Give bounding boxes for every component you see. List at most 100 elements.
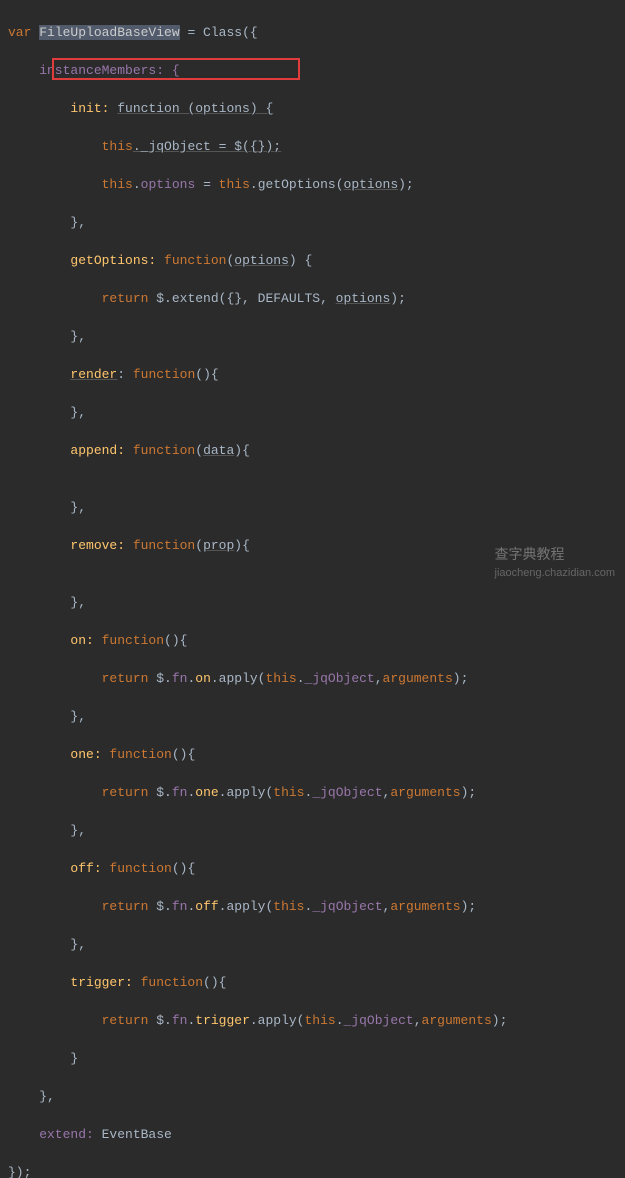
code-text — [8, 177, 102, 192]
code-text: ( — [180, 101, 196, 116]
code-line: }, — [8, 327, 617, 346]
code-text: (){ — [164, 633, 187, 648]
code-text: ); — [390, 291, 406, 306]
keyword: function — [133, 538, 195, 553]
code-line: }, — [8, 593, 617, 612]
code-text — [8, 671, 102, 686]
prop: _jqObject — [312, 899, 382, 914]
code-text: trigger: — [8, 975, 141, 990]
code-line: }, — [8, 707, 617, 726]
code-text: }); — [8, 1165, 31, 1178]
code-text: (){ — [203, 975, 226, 990]
code-line: }, — [8, 821, 617, 840]
keyword: function — [109, 861, 171, 876]
code-text — [8, 367, 70, 382]
keyword: this — [265, 671, 296, 686]
code-line: on: function(){ — [8, 631, 617, 650]
code-text: extend: — [8, 1127, 102, 1142]
code-line: }, — [8, 498, 617, 517]
code-text: getOptions: — [8, 253, 164, 268]
code-text: . — [133, 177, 141, 192]
code-text: }, — [8, 595, 86, 610]
code-text: ); — [461, 785, 477, 800]
code-text: .apply( — [250, 1013, 305, 1028]
code-line: trigger: function(){ — [8, 973, 617, 992]
code-line: return $.fn.on.apply(this._jqObject,argu… — [8, 669, 617, 688]
code-text: (){ — [195, 367, 218, 382]
code-text: }, — [8, 823, 86, 838]
code-text: $. — [148, 785, 171, 800]
code-line: extend: EventBase — [8, 1125, 617, 1144]
code-text: . — [297, 671, 305, 686]
keyword: this — [273, 899, 304, 914]
code-text: , — [375, 671, 383, 686]
keyword: function — [117, 101, 179, 116]
code-text: ); — [453, 671, 469, 686]
code-line: this._jqObject = $({}); — [8, 137, 617, 156]
code-line: return $.fn.off.apply(this._jqObject,arg… — [8, 897, 617, 916]
code-text: instanceMembers: { — [8, 63, 180, 78]
code-text: .apply( — [211, 671, 266, 686]
keyword: function — [133, 443, 195, 458]
code-text: , — [383, 899, 391, 914]
keyword: return — [102, 899, 149, 914]
keyword: return — [102, 1013, 149, 1028]
prop: fn — [172, 1013, 188, 1028]
param: prop — [203, 538, 234, 553]
code-text: arguments — [383, 671, 453, 686]
keyword: return — [102, 671, 149, 686]
code-line: remove: function(prop){ — [8, 536, 617, 555]
code-text: ) { — [289, 253, 312, 268]
prop: fn — [172, 785, 188, 800]
code-line: }, — [8, 213, 617, 232]
prop: _jqObject — [312, 785, 382, 800]
keyword: function — [164, 253, 226, 268]
prop: fn — [172, 899, 188, 914]
code-text: EventBase — [102, 1127, 172, 1142]
code-line: return $.extend({}, DEFAULTS, options); — [8, 289, 617, 308]
prop: _jqObject — [344, 1013, 414, 1028]
code-text: remove: — [8, 538, 133, 553]
code-text: }, — [8, 215, 86, 230]
code-text: render — [70, 367, 117, 382]
code-text: ){ — [234, 538, 250, 553]
code-line: }, — [8, 403, 617, 422]
code-text: $. — [148, 671, 171, 686]
code-line: instanceMembers: { — [8, 61, 617, 80]
code-text: . — [305, 785, 313, 800]
code-text: arguments — [422, 1013, 492, 1028]
code-text: , — [383, 785, 391, 800]
code-line: this.options = this.getOptions(options); — [8, 175, 617, 194]
code-text: . — [187, 671, 195, 686]
prop: _jqObject — [305, 671, 375, 686]
code-text: = Class({ — [180, 25, 258, 40]
code-text: ( — [195, 443, 203, 458]
keyword: return — [102, 291, 149, 306]
code-text: on — [195, 671, 211, 686]
code-text: (){ — [172, 861, 195, 876]
code-text: . — [187, 1013, 195, 1028]
code-text: init: — [8, 101, 117, 116]
keyword: function — [102, 633, 164, 648]
keyword: this — [102, 139, 133, 154]
code-text: $. — [148, 899, 171, 914]
code-text — [8, 785, 102, 800]
code-line: } — [8, 1049, 617, 1068]
code-line: var FileUploadBaseView = Class({ — [8, 23, 617, 42]
code-text: ) { — [250, 101, 273, 116]
keyword: return — [102, 785, 149, 800]
keyword: this — [102, 177, 133, 192]
code-text: $. — [148, 1013, 171, 1028]
code-text: append: — [8, 443, 133, 458]
code-line: off: function(){ — [8, 859, 617, 878]
code-text: . — [187, 899, 195, 914]
prop: options — [141, 177, 196, 192]
keyword: function — [109, 747, 171, 762]
code-editor[interactable]: var FileUploadBaseView = Class({ instanc… — [0, 0, 625, 1178]
code-text: off: — [8, 861, 109, 876]
code-text: ){ — [234, 443, 250, 458]
code-text: on: — [8, 633, 102, 648]
code-text — [8, 291, 102, 306]
code-text: .apply( — [219, 899, 274, 914]
code-text: ( — [195, 538, 203, 553]
